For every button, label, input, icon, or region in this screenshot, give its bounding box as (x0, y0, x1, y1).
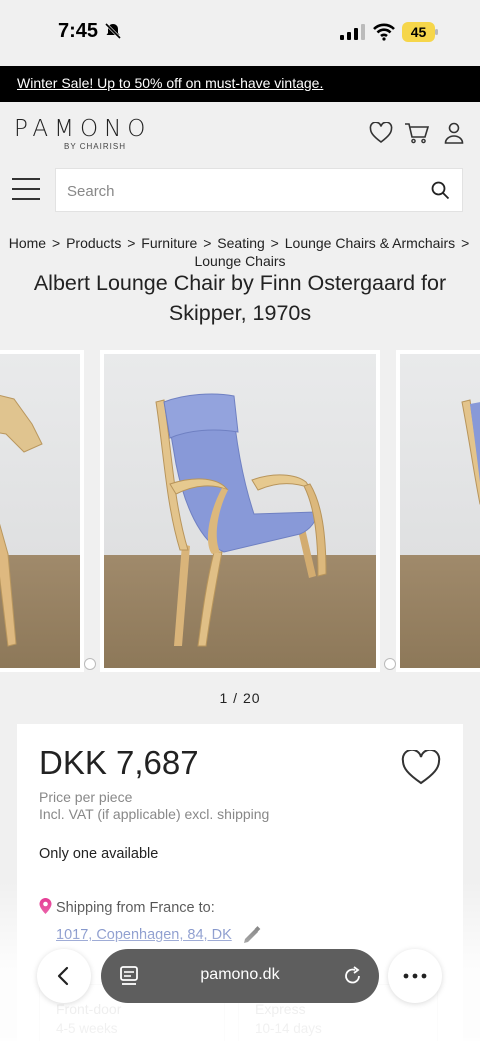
shipping-option-label: Express (255, 1001, 306, 1017)
search-input[interactable] (67, 179, 407, 203)
edit-pencil-icon[interactable] (243, 926, 261, 944)
gallery-dot[interactable] (384, 658, 396, 670)
product-image (0, 354, 80, 668)
breadcrumb-item-current[interactable]: Lounge Chairs (194, 253, 285, 269)
cart-icon[interactable] (404, 122, 430, 144)
hamburger-menu-icon[interactable] (12, 178, 40, 204)
image-gallery[interactable] (0, 350, 480, 672)
shipping-option-time: 10-14 days (255, 1021, 322, 1036)
more-dots-icon (403, 973, 427, 979)
availability: Only one available (39, 846, 159, 862)
breadcrumb-item[interactable]: Lounge Chairs & Armchairs (285, 235, 455, 251)
product-image (104, 354, 376, 668)
search-icon[interactable] (431, 181, 450, 200)
favorite-heart-icon[interactable] (401, 750, 441, 786)
battery-level: 45 (402, 22, 435, 42)
breadcrumb-item[interactable]: Home (9, 235, 46, 251)
shipping-from-label: Shipping from France to: (56, 900, 215, 916)
browser-back-button[interactable] (37, 949, 91, 1003)
location-pin-icon (39, 898, 52, 914)
gallery-dot[interactable] (84, 658, 96, 670)
product-image (400, 354, 480, 668)
signal-icon (340, 24, 365, 40)
search-bar (55, 168, 463, 212)
chevron-left-icon (57, 966, 69, 986)
gallery-slide-next[interactable] (396, 350, 480, 672)
breadcrumb-item[interactable]: Furniture (141, 235, 197, 251)
shipping-option-time: 4-5 weeks (56, 1021, 118, 1036)
browser-more-button[interactable] (388, 949, 442, 1003)
site-header: PAMONO BY CHAIRISH (0, 102, 480, 162)
promo-link[interactable]: Winter Sale! Up to 50% off on must-have … (17, 75, 323, 91)
shipping-option-label: Front-door (56, 1001, 122, 1017)
shipping-from: Shipping from France to: (39, 898, 215, 916)
wifi-icon (373, 23, 395, 41)
promo-banner: Winter Sale! Up to 50% off on must-have … (0, 66, 480, 102)
shipping-address-link[interactable]: 1017, Copenhagen, 84, DK (56, 927, 232, 943)
status-bar: 7:45 45 (0, 0, 480, 66)
clock: 7:45 (58, 20, 99, 42)
heart-icon[interactable] (369, 122, 393, 144)
breadcrumb-item[interactable]: Products (66, 235, 121, 251)
gallery-slide-prev[interactable] (0, 350, 84, 672)
battery-indicator: 45 (402, 22, 438, 42)
product-title: Albert Lounge Chair by Finn Ostergaard f… (33, 271, 447, 325)
vat-note: Incl. VAT (if applicable) excl. shipping (39, 806, 270, 822)
url-text[interactable]: pamono.dk (101, 966, 379, 984)
gallery-slide-active[interactable] (100, 350, 380, 672)
address-bar[interactable]: pamono.dk (101, 949, 379, 1003)
chair-illustration (155, 393, 327, 647)
image-counter: 1 / 20 (219, 690, 261, 706)
user-icon[interactable] (444, 122, 464, 144)
price-unit-note: Price per piece (39, 789, 133, 805)
breadcrumb: Home > Products > Furniture > Seating > … (8, 235, 470, 269)
bell-muted-icon (104, 22, 122, 40)
breadcrumb-item[interactable]: Seating (217, 235, 264, 251)
price: DKK 7,687 (39, 744, 199, 781)
reload-icon[interactable] (343, 965, 363, 987)
logo[interactable]: PAMONO (14, 116, 151, 142)
logo-subtitle: BY CHAIRISH (64, 142, 126, 151)
